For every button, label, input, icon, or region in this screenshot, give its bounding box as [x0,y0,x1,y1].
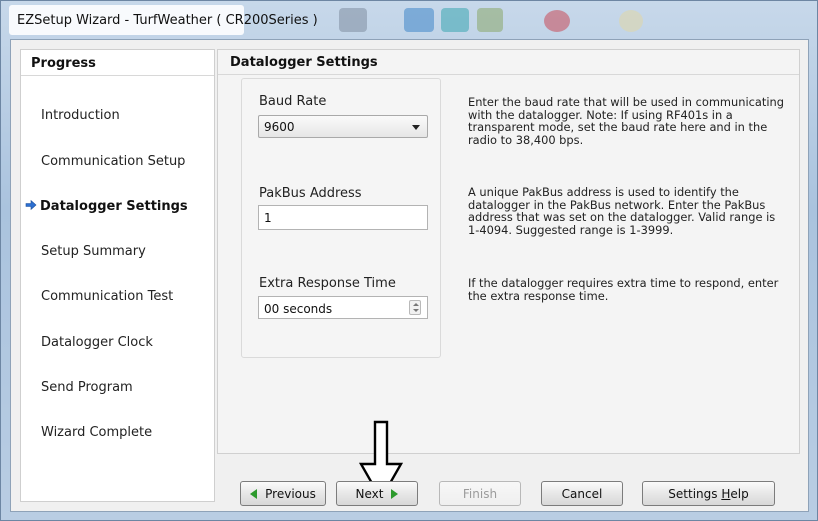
taskbar-thumbnail [544,10,570,32]
settings-group: Baud Rate 9600 PakBus Address 1 Extra Re… [241,78,441,358]
current-step-arrow-icon [25,199,37,211]
finish-label: Finish [462,487,498,501]
settings-help-button[interactable]: Settings Help [642,481,775,506]
spin-up-icon [413,303,419,306]
step-introduction: Introduction [41,108,120,123]
settings-panel: Datalogger Settings Baud Rate 9600 PakBu… [217,49,800,454]
step-datalogger-settings: Datalogger Settings [25,199,188,214]
step-label: Datalogger Settings [40,199,188,214]
settings-help-prefix: Settings [668,487,722,501]
previous-button[interactable]: Previous [240,481,326,506]
baud-rate-description: Enter the baud rate that will be used in… [468,95,784,147]
wizard-window: EZSetup Wizard - TurfWeather ( CR200Seri… [0,0,818,521]
next-label: Next [355,487,384,501]
pakbus-address-label: PakBus Address [259,186,362,201]
extra-response-time-label: Extra Response Time [259,276,396,291]
next-button[interactable]: Next [336,481,418,506]
pakbus-address-input[interactable]: 1 [258,205,428,230]
pakbus-address-description: A unique PakBus address is used to ident… [468,185,776,237]
step-communication-setup: Communication Setup [41,154,186,169]
baud-rate-select[interactable]: 9600 [258,115,428,138]
spin-buttons[interactable] [409,300,421,315]
taskbar-thumbnail [339,8,367,32]
settings-help-accesskey: H [721,487,731,501]
previous-label: Previous [265,487,316,501]
step-wizard-complete: Wizard Complete [41,425,153,440]
step-setup-summary: Setup Summary [41,244,146,259]
taskbar-thumbnail [404,8,434,32]
window-title: EZSetup Wizard - TurfWeather ( CR200Seri… [17,13,318,28]
cancel-button[interactable]: Cancel [541,481,623,506]
step-datalogger-clock: Datalogger Clock [41,335,153,350]
finish-button[interactable]: Finish [439,481,521,506]
divider [21,75,214,76]
baud-rate-label: Baud Rate [259,94,327,109]
progress-heading: Progress [31,56,96,71]
step-send-program: Send Program [41,380,133,395]
progress-panel: Progress Introduction Communication Setu… [20,49,215,502]
settings-heading: Datalogger Settings [230,55,378,70]
step-communication-test: Communication Test [41,289,174,304]
taskbar-thumbnail [441,8,469,32]
wizard-client-area: Progress Introduction Communication Setu… [10,39,809,512]
extra-response-time-stepper[interactable]: 00 seconds [258,296,428,319]
taskbar-thumbnail [477,8,503,32]
baud-rate-value: 9600 [264,120,295,134]
extra-response-time-value: 00 seconds [264,302,333,316]
arrow-left-icon [250,489,258,499]
settings-help-suffix: elp [730,487,749,501]
title-bar: EZSetup Wizard - TurfWeather ( CR200Seri… [9,5,809,37]
arrow-right-icon [391,489,399,499]
cancel-label: Cancel [561,487,603,501]
pakbus-address-value: 1 [264,211,272,225]
divider [218,74,799,75]
taskbar-thumbnail [619,10,643,32]
spin-down-icon [413,309,419,312]
extra-response-time-description: If the datalogger requires extra time to… [468,276,779,303]
chevron-down-icon [412,125,420,130]
